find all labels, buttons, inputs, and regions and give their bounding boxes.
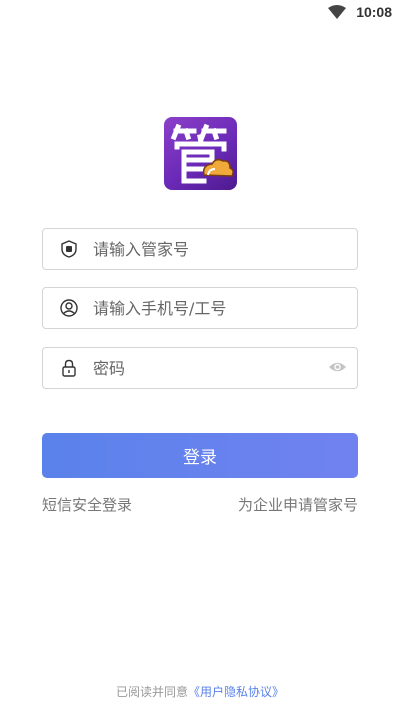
butler-id-input[interactable] — [93, 229, 323, 269]
phone-input[interactable] — [93, 288, 323, 328]
sms-login-link[interactable]: 短信安全登录 — [42, 494, 132, 515]
password-field[interactable] — [42, 347, 358, 389]
agreement-prefix: 已阅读并同意 — [115, 685, 188, 699]
password-input[interactable] — [93, 348, 323, 388]
lock-icon — [62, 359, 76, 377]
app-logo — [164, 117, 237, 190]
eye-icon[interactable] — [328, 360, 347, 374]
user-icon — [60, 299, 78, 317]
status-bar: 10:08 — [0, 0, 400, 26]
apply-butler-id-link[interactable]: 为企业申请管家号 — [238, 494, 358, 515]
phone-field[interactable] — [42, 287, 358, 329]
butler-id-field[interactable] — [42, 228, 358, 270]
privacy-policy-link[interactable]: 《用户隐私协议》 — [188, 685, 284, 699]
wifi-icon — [328, 5, 346, 19]
status-time: 10:08 — [356, 4, 392, 20]
shield-guan-icon — [61, 240, 77, 258]
app-logo-guan-icon — [170, 123, 234, 184]
agreement-text: 已阅读并同意《用户隐私协议》 — [0, 683, 400, 700]
login-button[interactable]: 登录 — [42, 433, 358, 478]
